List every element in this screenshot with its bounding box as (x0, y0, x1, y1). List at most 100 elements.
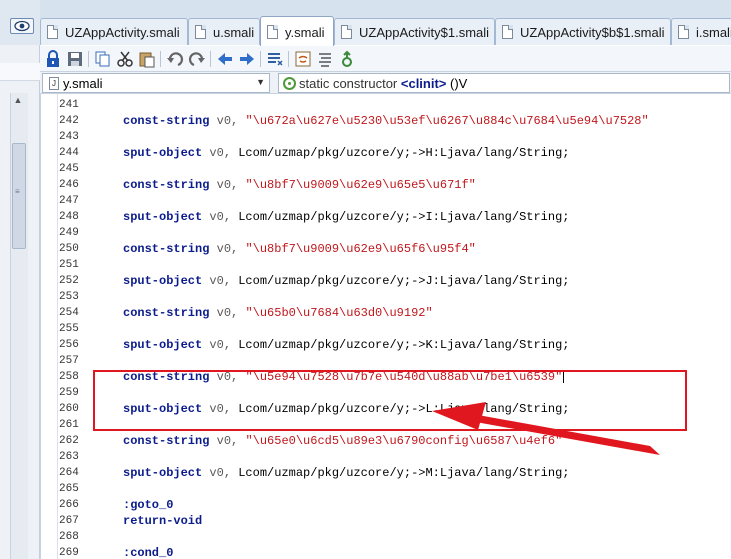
line-number: 242 (59, 115, 79, 127)
lock-icon[interactable] (44, 50, 62, 68)
code-line: 262 const-string v0, "\u65e0\u6cd5\u89e3\… (41, 433, 731, 449)
code-text: const-string v0, "\u8bf7\u9009\u62e9\u65… (123, 178, 476, 192)
code-operand: Lcom/uzmap/pkg/uzcore/y;->M:Ljava/lang/S… (238, 466, 570, 480)
code-string: "\u672a\u627e\u5230\u53ef\u6267\u884c\u7… (245, 114, 649, 128)
method-selector-value: static constructor <clinit> ()V (299, 76, 467, 91)
code-register: v0, (209, 434, 246, 448)
code-operand: Lcom/uzmap/pkg/uzcore/y;->K:Ljava/lang/S… (238, 338, 570, 352)
code-keyword: sput-object (123, 338, 203, 352)
tab-label: i.smali (696, 25, 731, 40)
code-line: 248 sput-object v0, Lcom/uzmap/pkg/uzcore… (41, 209, 731, 225)
line-number: 259 (59, 387, 79, 399)
code-register: v0, (202, 210, 239, 224)
code-register: v0, (202, 146, 239, 160)
code-text: const-string v0, "\u672a\u627e\u5230\u53… (123, 114, 649, 128)
copy-icon[interactable] (94, 50, 112, 68)
tab-label: UZAppActivity$1.smali (359, 25, 490, 40)
code-keyword: :cond_0 (123, 546, 174, 559)
code-line: 268 (41, 529, 731, 545)
line-number: 252 (59, 275, 79, 287)
view-strip (0, 0, 40, 45)
grip-icon: ≡ (15, 187, 20, 196)
undo-icon[interactable] (166, 50, 184, 68)
eye-icon[interactable] (10, 18, 34, 34)
code-line: 247 (41, 193, 731, 209)
code-register: v0, (202, 338, 239, 352)
code-register: v0, (202, 274, 239, 288)
save-icon[interactable] (66, 50, 84, 68)
smali-file-icon: J (49, 77, 59, 90)
code-operand: Lcom/uzmap/pkg/uzcore/y;->I:Ljava/lang/S… (238, 210, 570, 224)
code-line: 253 (41, 289, 731, 305)
code-line: 265 (41, 481, 731, 497)
line-number: 260 (59, 403, 79, 415)
code-line: 250 const-string v0, "\u8bf7\u9009\u62e9\… (41, 241, 731, 257)
line-number: 253 (59, 291, 79, 303)
line-number: 264 (59, 467, 79, 479)
method-selector[interactable]: static constructor <clinit> ()V (278, 73, 730, 93)
line-number: 248 (59, 211, 79, 223)
code-line: 266:goto_0 (41, 497, 731, 513)
tab-y-smali[interactable]: y.smali (260, 16, 334, 46)
code-operand: Lcom/uzmap/pkg/uzcore/y;->H:Ljava/lang/S… (238, 146, 570, 160)
file-icon (678, 25, 689, 39)
toolbar-separator (160, 51, 161, 67)
code-keyword: sput-object (123, 210, 203, 224)
run-icon[interactable] (338, 50, 356, 68)
file-icon (47, 25, 58, 39)
cut-icon[interactable] (116, 50, 134, 68)
line-number: 241 (59, 99, 79, 111)
line-number: 243 (59, 131, 79, 143)
scroll-up-icon[interactable]: ▲ (12, 95, 24, 105)
code-text: const-string v0, "\u65b0\u7684\u63d0\u91… (123, 306, 433, 320)
code-string: "\u8bf7\u9009\u62e9\u65e5\u671f" (245, 178, 476, 192)
tab-u-smali[interactable]: u.smali (188, 18, 260, 45)
line-number: 269 (59, 547, 79, 559)
code-editor[interactable]: 241 242 const-string v0, "\u672a\u627e\u52… (40, 94, 731, 559)
file-icon (502, 25, 513, 39)
tab-uzappactivity[interactable]: UZAppActivity.smali (40, 18, 188, 45)
code-line: 249 (41, 225, 731, 241)
code-keyword: return-void (123, 514, 203, 528)
code-line: 252 sput-object v0, Lcom/uzmap/pkg/uzcore… (41, 273, 731, 289)
outline-icon[interactable] (316, 50, 334, 68)
forward-icon[interactable] (238, 50, 256, 68)
editor-toolbar (40, 46, 731, 72)
code-text: sput-object v0, Lcom/uzmap/pkg/uzcore/y;… (123, 466, 570, 480)
tab-label: UZAppActivity.smali (65, 25, 180, 40)
line-number: 249 (59, 227, 79, 239)
code-text: sput-object v0, Lcom/uzmap/pkg/uzcore/y;… (123, 146, 570, 160)
line-number: 263 (59, 451, 79, 463)
code-register: v0, (209, 114, 246, 128)
method-prefix: static constructor (299, 76, 401, 91)
code-keyword: const-string (123, 306, 210, 320)
code-text: return-void (123, 514, 202, 528)
chevron-down-icon[interactable]: ▼ (256, 77, 265, 87)
paste-icon[interactable] (138, 50, 156, 68)
code-line: 244 sput-object v0, Lcom/uzmap/pkg/uzcore… (41, 145, 731, 161)
code-register: v0, (209, 242, 246, 256)
back-icon[interactable] (216, 50, 234, 68)
code-keyword: sput-object (123, 146, 203, 160)
java-icon[interactable] (294, 50, 312, 68)
code-line: 264 sput-object v0, Lcom/uzmap/pkg/uzcore… (41, 465, 731, 481)
line-number: 251 (59, 259, 79, 271)
code-line: 242 const-string v0, "\u672a\u627e\u5230\… (41, 113, 731, 129)
tab-uzappactivity-b-1[interactable]: UZAppActivity$b$1.smali (495, 18, 671, 45)
code-line: 246 const-string v0, "\u8bf7\u9009\u62e9\… (41, 177, 731, 193)
file-selector[interactable]: J y.smali ▼ (42, 73, 270, 93)
code-text: const-string v0, "\u65e0\u6cd5\u89e3\u67… (123, 434, 562, 448)
list-icon[interactable] (266, 50, 284, 68)
file-icon (341, 25, 352, 39)
editor-tab-bar: UZAppActivity.smali u.smali y.smali UZAp… (0, 0, 731, 46)
code-line: 257 (41, 353, 731, 369)
line-number: 246 (59, 179, 79, 191)
toolbar-separator (210, 51, 211, 67)
tab-i-smali[interactable]: i.smali (671, 18, 731, 45)
code-keyword: const-string (123, 178, 210, 192)
line-number: 257 (59, 355, 79, 367)
code-operand: Lcom/uzmap/pkg/uzcore/y;->J:Ljava/lang/S… (238, 274, 570, 288)
tab-uzappactivity-1[interactable]: UZAppActivity$1.smali (334, 18, 495, 45)
code-line: 269 :cond_0 (41, 545, 731, 559)
redo-icon[interactable] (188, 50, 206, 68)
